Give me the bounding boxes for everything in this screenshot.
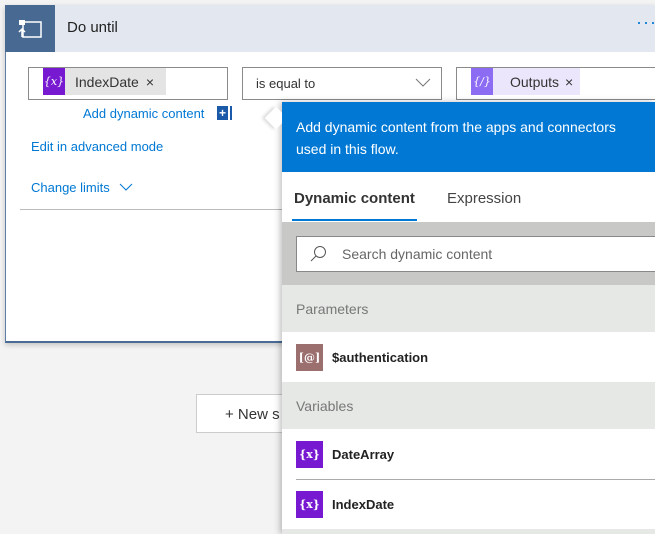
outputs-token[interactable]: {/} Outputs ×	[471, 68, 580, 95]
parameter-icon: [@]	[296, 343, 323, 371]
section-footer	[282, 529, 655, 534]
change-limits-label: Change limits	[31, 180, 110, 195]
token-label: Outputs	[510, 73, 560, 90]
divider	[20, 209, 285, 210]
section-parameters: Parameters	[282, 285, 655, 332]
tab-expression[interactable]: Expression	[447, 190, 521, 207]
add-dynamic-plus-button[interactable]: +	[217, 106, 230, 120]
item-label: IndexDate	[332, 497, 395, 512]
change-limits-link[interactable]: Change limits	[31, 180, 133, 195]
remove-token-icon[interactable]: ×	[146, 74, 154, 90]
expression-icon: {/}	[471, 68, 493, 95]
remove-token-icon[interactable]: ×	[565, 74, 573, 90]
tab-dynamic-content[interactable]: Dynamic content	[294, 190, 415, 207]
search-input[interactable]: Search dynamic content	[296, 236, 655, 272]
search-placeholder: Search dynamic content	[342, 246, 493, 262]
more-options-button[interactable]: ···	[636, 12, 655, 33]
edit-advanced-mode-link[interactable]: Edit in advanced mode	[31, 139, 163, 154]
list-item[interactable]: [@] $authentication	[282, 332, 655, 382]
add-dynamic-content-link[interactable]: Add dynamic content	[83, 106, 204, 121]
variable-icon: {x}	[296, 491, 323, 518]
token-label: IndexDate	[75, 73, 139, 90]
item-label: $authentication	[332, 349, 429, 365]
item-label: DateArray	[332, 446, 395, 462]
operator-dropdown[interactable]: is equal to	[242, 67, 442, 100]
list-item[interactable]: {x} DateArray	[282, 429, 655, 479]
loop-icon	[5, 5, 55, 52]
chevron-down-icon	[415, 78, 431, 87]
variable-icon: {x}	[296, 440, 323, 468]
search-icon	[310, 246, 326, 262]
chevron-down-icon	[120, 183, 133, 191]
operator-value: is equal to	[256, 76, 316, 91]
panel-header: Add dynamic content from the apps and co…	[282, 102, 655, 172]
list-item[interactable]: {x} IndexDate	[282, 480, 655, 529]
active-tab-indicator	[292, 219, 417, 221]
new-step-button[interactable]: + New s	[196, 394, 296, 433]
index-date-token[interactable]: {x} IndexDate ×	[43, 68, 166, 95]
card-title: Do until	[67, 19, 118, 36]
section-variables: Variables	[282, 382, 655, 429]
variable-icon: {x}	[43, 68, 65, 95]
